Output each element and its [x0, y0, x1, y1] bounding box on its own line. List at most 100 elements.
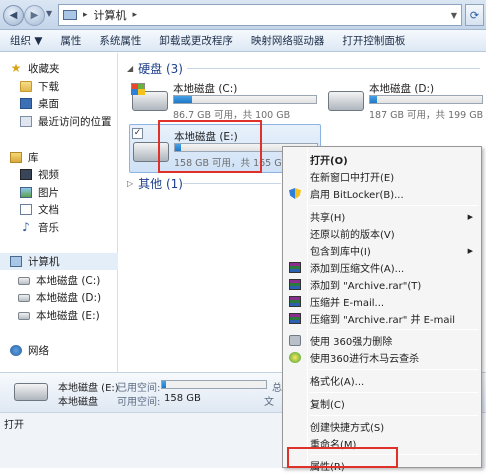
system-disk-icon — [131, 83, 168, 111]
menu-item-add-archive[interactable]: 添加到压缩文件(A)... — [285, 259, 479, 276]
sidebar-item-label: 音乐 — [38, 222, 59, 234]
computer-icon — [63, 10, 77, 20]
menu-item-label: 添加到 "Archive.rar"(T) — [310, 281, 422, 292]
sidebar-item-label: 视频 — [38, 169, 59, 181]
expand-arrow-icon[interactable]: ▷ — [127, 179, 133, 188]
address-dropdown-icon[interactable]: ▼ — [451, 11, 457, 20]
map-network-drive-button[interactable]: 映射网络驱动器 — [242, 33, 334, 48]
hard-disk-icon — [18, 293, 30, 302]
sidebar-item-label: 计算机 — [28, 256, 60, 268]
menu-item-label: 添加到压缩文件(A)... — [310, 264, 405, 275]
recent-pages-dropdown-icon[interactable]: ▼ — [46, 9, 52, 18]
group-title: 硬盘 (3) — [138, 62, 183, 76]
network-icon — [10, 345, 22, 356]
breadcrumb-computer[interactable]: 计算机 — [94, 7, 127, 23]
sidebar-item-label: 网络 — [28, 345, 49, 357]
document-icon — [20, 204, 32, 215]
open-control-panel-button[interactable]: 打开控制面板 — [333, 33, 414, 48]
menu-separator — [310, 392, 478, 393]
status-text: 打开 — [4, 420, 24, 431]
menu-separator — [310, 329, 478, 330]
address-bar[interactable]: ▸ 计算机 ▸ ▼ — [58, 4, 462, 26]
menu-item-format[interactable]: 格式化(A)... — [285, 372, 479, 389]
menu-item-label: 使用360进行木马云查杀 — [310, 354, 420, 365]
360-security-icon — [289, 352, 301, 363]
sidebar-item-label: 库 — [28, 152, 39, 164]
forward-arrow-icon: ▶ — [30, 10, 39, 21]
winrar-icon — [289, 279, 301, 290]
drive-usage-fill — [174, 96, 193, 103]
menu-item-label: 压缩并 E-mail... — [310, 298, 385, 309]
menu-item-add-rar[interactable]: 添加到 "Archive.rar"(T) — [285, 276, 479, 293]
sidebar-item-network[interactable]: 网络 — [10, 342, 128, 359]
menu-item-include-library[interactable]: 包含到库中(I) ▶ — [285, 242, 479, 259]
back-button[interactable]: ◀ — [3, 5, 24, 26]
uninstall-program-button[interactable]: 卸载或更改程序 — [150, 33, 242, 48]
menu-separator — [310, 369, 478, 370]
sidebar-item-label: 图片 — [38, 187, 59, 199]
menu-item-360-trojan-scan[interactable]: 使用360进行木马云查杀 — [285, 349, 479, 366]
menu-item-label: 格式化(A)... — [310, 377, 365, 388]
menu-item-label: 复制(C) — [310, 400, 345, 411]
picture-icon — [20, 187, 32, 198]
menu-item-360-force-delete[interactable]: 使用 360强力删除 — [285, 332, 479, 349]
star-icon: ★ — [10, 61, 22, 75]
menu-item-open[interactable]: 打开(O) — [285, 151, 479, 168]
menu-item-compress-rar-email[interactable]: 压缩到 "Archive.rar" 并 E-mail — [285, 310, 479, 327]
shield-icon — [289, 188, 301, 199]
sidebar-item-computer[interactable]: 计算机 — [0, 253, 118, 270]
breadcrumb-separator-icon[interactable]: ▸ — [133, 10, 138, 20]
menu-item-create-shortcut[interactable]: 创建快捷方式(S) — [285, 418, 479, 435]
menu-item-compress-email[interactable]: 压缩并 E-mail... — [285, 293, 479, 310]
menu-item-bitlocker[interactable]: 启用 BitLocker(B)... — [285, 185, 479, 202]
selection-checkbox[interactable]: ✓ — [132, 128, 143, 139]
details-free-value: 158 GB — [164, 393, 201, 404]
drive-capacity-info: 86.7 GB 可用，共 100 GB — [173, 110, 291, 121]
breadcrumb-separator-icon[interactable]: ▸ — [83, 10, 88, 20]
menu-item-restore-previous[interactable]: 还原以前的版本(V) — [285, 225, 479, 242]
details-used-label: 已用空间: — [117, 383, 161, 394]
menu-item-label: 打开(O) — [310, 156, 348, 167]
details-extra-label: 总 — [272, 383, 282, 394]
menu-item-share[interactable]: 共享(H) ▶ — [285, 208, 479, 225]
forward-button[interactable]: ▶ — [24, 5, 45, 26]
group-hard-disks-header[interactable]: ◢ 硬盘 (3) — [127, 60, 183, 77]
hard-disk-icon — [18, 311, 30, 320]
menu-item-label: 还原以前的版本(V) — [310, 230, 395, 241]
menu-item-open-new-window[interactable]: 在新窗口中打开(E) — [285, 168, 479, 185]
submenu-arrow-icon: ▶ — [467, 246, 473, 255]
music-note-icon: ♪ — [22, 220, 30, 234]
refresh-icon: ⟳ — [469, 8, 480, 22]
refresh-button[interactable]: ⟳ — [465, 4, 484, 26]
details-usage-bar — [161, 380, 267, 389]
group-other-header[interactable]: ▷ 其他 (1) — [127, 175, 183, 192]
details-drive-type: 本地磁盘 — [58, 397, 98, 408]
sidebar-item-libraries[interactable]: 库 — [10, 149, 128, 166]
properties-button[interactable]: 属性 — [51, 33, 90, 48]
drive-c[interactable]: 本地磁盘 (C:) 86.7 GB 可用，共 100 GB — [129, 77, 329, 123]
menu-item-label: 使用 360强力删除 — [310, 337, 393, 348]
hard-disk-icon — [18, 276, 30, 285]
collapse-arrow-icon[interactable]: ◢ — [127, 64, 133, 73]
desktop-icon — [20, 98, 32, 109]
winrar-icon — [289, 262, 301, 273]
sidebar-item-label: 桌面 — [38, 98, 59, 110]
context-menu: 打开(O) 在新窗口中打开(E) 启用 BitLocker(B)... 共享(H… — [282, 146, 482, 473]
details-drive-name: 本地磁盘 (E:) — [58, 383, 119, 394]
drive-name: 本地磁盘 (C:) — [173, 83, 238, 95]
system-properties-button[interactable]: 系统属性 — [90, 33, 150, 48]
menu-item-copy[interactable]: 复制(C) — [285, 395, 479, 412]
sidebar-item-label: 下载 — [38, 81, 59, 93]
menu-separator — [310, 415, 478, 416]
drive-d[interactable]: 本地磁盘 (D:) 187 GB 可用，共 199 GB — [325, 77, 485, 123]
drive-usage-fill — [370, 96, 377, 103]
library-icon — [10, 152, 22, 163]
menu-item-label: 在新窗口中打开(E) — [310, 173, 395, 184]
back-arrow-icon: ◀ — [9, 10, 18, 21]
submenu-arrow-icon: ▶ — [467, 212, 473, 221]
sidebar-item-favorites[interactable]: ★ 收藏夹 — [10, 60, 128, 77]
highlight-box-drive-e — [158, 120, 262, 173]
menu-separator — [310, 205, 478, 206]
organize-button[interactable]: 组织 ▼ — [0, 33, 51, 48]
menu-item-label: 压缩到 "Archive.rar" 并 E-mail — [310, 315, 456, 326]
